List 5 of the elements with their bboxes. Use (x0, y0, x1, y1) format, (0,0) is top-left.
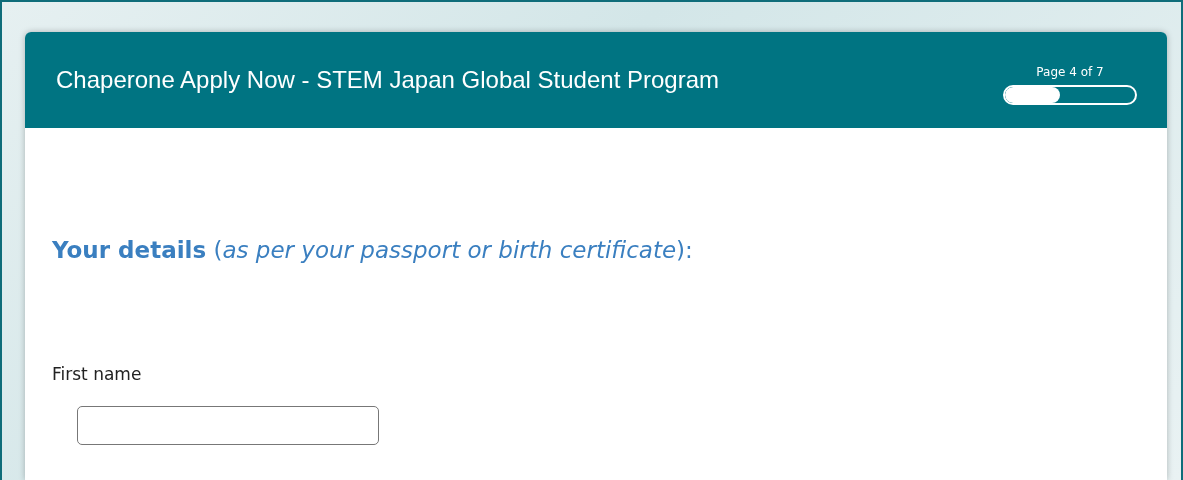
form-title: Chaperone Apply Now - STEM Japan Global Student Program (56, 65, 719, 95)
section-heading: Your details (as per your passport or birth certificate): (52, 236, 694, 265)
text-input[interactable] (77, 406, 379, 445)
field-label: First name (52, 362, 143, 386)
page-indicator: Page 4 of 7 (1036, 64, 1104, 81)
